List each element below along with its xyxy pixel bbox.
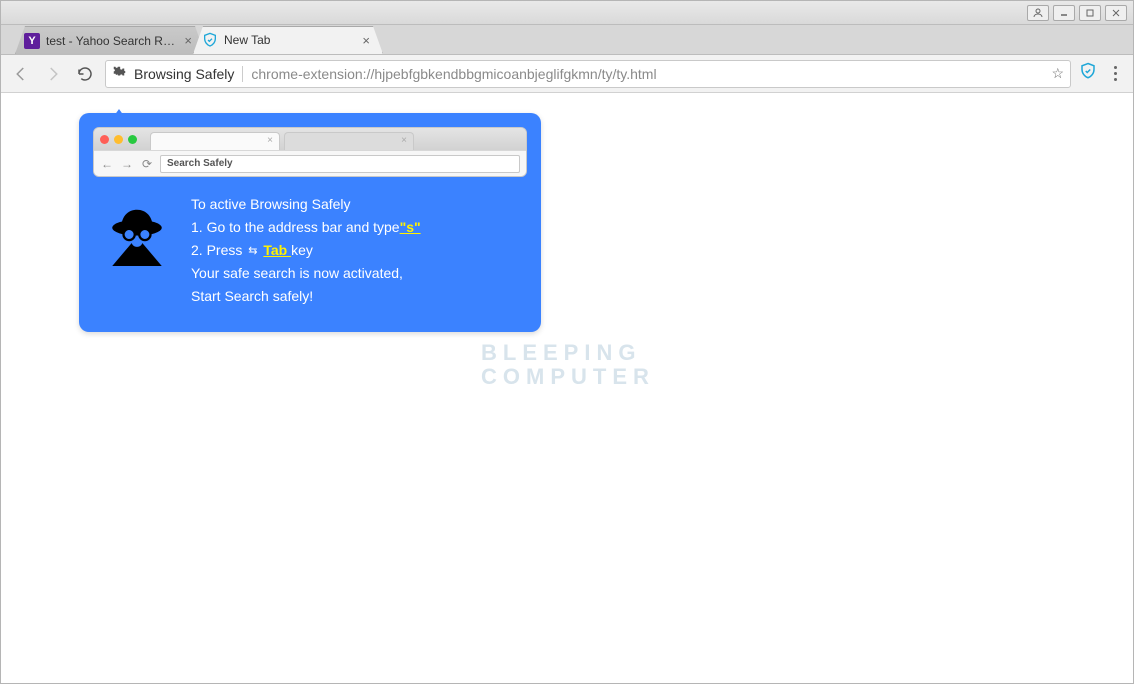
mock-reload-icon: ⟳ [140,157,154,171]
extension-name: Browsing Safely [134,66,234,82]
mock-tab: × [284,132,414,150]
maximize-button[interactable] [1079,5,1101,21]
mac-min-dot [114,135,123,144]
bookmark-star-icon[interactable]: ☆ [1051,65,1064,82]
shield-favicon [202,32,218,48]
close-tab-icon[interactable]: × [184,33,192,48]
tab-title: New Tab [224,33,270,47]
callout-heading: To active Browsing Safely [191,193,421,216]
close-tab-icon[interactable]: × [362,33,370,48]
chrome-menu-button[interactable] [1105,62,1125,86]
reload-button[interactable] [73,62,97,86]
tab-strip: Y test - Yahoo Search Resu × New Tab × [1,25,1133,55]
watermark: BLEEPING COMPUTER [481,341,655,389]
url-text: chrome-extension://hjpebfgbkendbbgmicoan… [251,66,1043,82]
mock-forward-icon: → [120,157,134,171]
close-window-button[interactable] [1105,5,1127,21]
mock-search-input: Search Safely [160,155,520,173]
mock-browser-illustration: × × ← → ⟳ Search Safely [93,127,527,177]
callout-line-3: Your safe search is now activated, [191,262,421,285]
forward-button[interactable] [41,62,65,86]
onboarding-callout: × × ← → ⟳ Search Safely [79,113,541,332]
address-bar[interactable]: Browsing Safely chrome-extension://hjpeb… [105,60,1071,88]
window-titlebar [1,1,1133,25]
mock-tab: × [150,132,280,150]
page-content: × × ← → ⟳ Search Safely [1,93,1133,683]
shield-extension-icon[interactable] [1079,62,1097,85]
mac-close-dot [100,135,109,144]
tab-yahoo-search[interactable]: Y test - Yahoo Search Resu × [15,26,205,54]
yahoo-favicon: Y [24,33,40,49]
tab-title: test - Yahoo Search Resu [46,34,176,48]
separator [242,66,243,82]
user-button[interactable] [1027,5,1049,21]
callout-line-4: Start Search safely! [191,285,421,308]
back-button[interactable] [9,62,33,86]
mock-back-icon: ← [100,157,114,171]
mac-max-dot [128,135,137,144]
spy-icon [101,203,173,275]
tab-new-tab[interactable]: New Tab × [193,26,383,54]
extension-icon [112,65,126,82]
callout-step-2: 2. Press ⇆ Tab key [191,239,421,262]
browser-toolbar: Browsing Safely chrome-extension://hjpeb… [1,55,1133,93]
callout-step-1: 1. Go to the address bar and type"s" [191,216,421,239]
minimize-button[interactable] [1053,5,1075,21]
